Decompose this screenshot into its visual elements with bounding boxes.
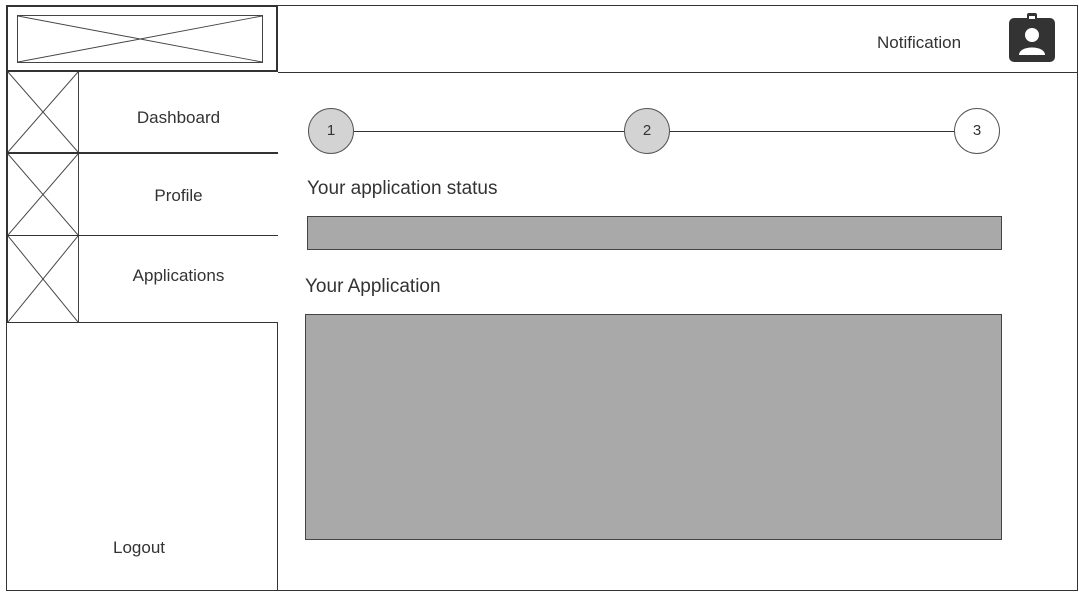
image-placeholder-icon [17, 15, 263, 63]
stepper-connector [670, 131, 954, 132]
image-placeholder-icon [6, 154, 79, 235]
application-panel [305, 314, 1002, 540]
image-placeholder-icon [6, 72, 79, 152]
logout-link[interactable]: Logout [113, 538, 165, 558]
sidebar-item-dashboard[interactable]: Dashboard [6, 72, 278, 154]
sidebar-item-label: Applications [132, 266, 225, 285]
step-3[interactable]: 3 [954, 108, 1000, 154]
stepper-connector [354, 131, 624, 132]
notification-link[interactable]: Notification [877, 33, 961, 53]
step-2[interactable]: 2 [624, 108, 670, 154]
sidebar-item-applications[interactable]: Applications [6, 236, 278, 323]
your-application-title: Your Application [305, 276, 441, 297]
sidebar-item-label: Profile [154, 186, 203, 205]
logo[interactable] [6, 5, 278, 72]
profile-badge-icon[interactable] [1009, 13, 1055, 62]
sidebar-item-label: Dashboard [136, 108, 221, 127]
application-status-title: Your application status [307, 178, 498, 199]
step-1[interactable]: 1 [308, 108, 354, 154]
application-status-bar [307, 216, 1002, 250]
image-placeholder-icon [6, 236, 79, 322]
sidebar-item-profile[interactable]: Profile [6, 154, 278, 236]
